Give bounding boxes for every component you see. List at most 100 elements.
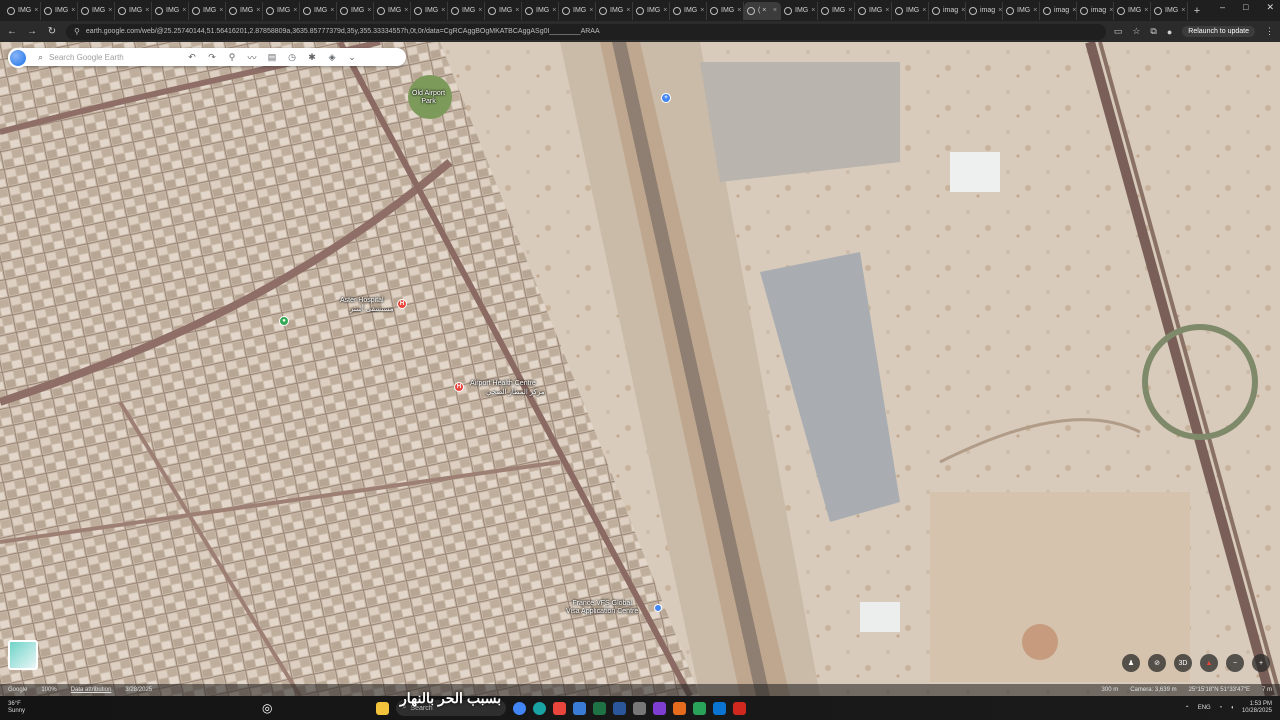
- tab-close-icon[interactable]: ×: [1181, 7, 1185, 14]
- browser-tab[interactable]: IMG ×: [707, 1, 744, 20]
- history-icon[interactable]: ◷: [285, 52, 299, 63]
- browser-tab[interactable]: IMG ×: [41, 1, 78, 20]
- browser-tab[interactable]: IMG ×: [485, 1, 522, 20]
- tab-close-icon[interactable]: ×: [700, 7, 704, 14]
- extensions-icon[interactable]: ⧉: [1150, 26, 1156, 37]
- word-icon[interactable]: [613, 701, 627, 715]
- label-aster-hospital[interactable]: Aster Hospital: [340, 297, 384, 305]
- data-attribution-link[interactable]: Data attribution: [71, 687, 112, 693]
- tab-close-icon[interactable]: ×: [998, 7, 1002, 14]
- forward-icon[interactable]: →: [26, 26, 38, 37]
- tab-close-icon[interactable]: ×: [34, 7, 38, 14]
- placemark-icon[interactable]: ⚲: [225, 52, 239, 63]
- browser-tab[interactable]: IMG ×: [300, 1, 337, 20]
- browser-tab[interactable]: IMG ×: [115, 1, 152, 20]
- browser-tab[interactable]: ( × ×: [744, 1, 781, 20]
- profile-avatar[interactable]: ●: [1167, 27, 1172, 37]
- zoom-out-icon[interactable]: −: [1226, 654, 1244, 672]
- site-info-icon[interactable]: ⚲: [74, 27, 80, 36]
- excel-icon[interactable]: [593, 701, 607, 715]
- tab-close-icon[interactable]: ×: [515, 7, 519, 14]
- reload-icon[interactable]: ↻: [46, 26, 58, 37]
- new-tab-button[interactable]: +: [1188, 5, 1206, 17]
- hide-icon[interactable]: ⊘: [1148, 654, 1166, 672]
- layer-thumbnail[interactable]: [8, 640, 38, 670]
- layers-icon[interactable]: ◈: [325, 52, 339, 63]
- tab-close-icon[interactable]: ×: [1072, 7, 1076, 14]
- tab-close-icon[interactable]: ×: [922, 7, 926, 14]
- browser-tab[interactable]: IMG ×: [4, 1, 41, 20]
- back-icon[interactable]: ←: [6, 26, 18, 37]
- browser-tab[interactable]: IMG ×: [596, 1, 633, 20]
- menu-icon[interactable]: ⋮: [1265, 26, 1274, 37]
- app-icon-red[interactable]: [733, 701, 747, 715]
- undo-icon[interactable]: ↶: [185, 52, 199, 63]
- tab-close-icon[interactable]: ×: [811, 7, 815, 14]
- tab-close-icon[interactable]: ×: [773, 7, 777, 14]
- tab-close-icon[interactable]: ×: [330, 7, 334, 14]
- app-icon-green[interactable]: [693, 701, 707, 715]
- browser-tab[interactable]: IMG ×: [374, 1, 411, 20]
- app-icon-blue[interactable]: [713, 701, 727, 715]
- chevron-down-icon[interactable]: ⌄: [345, 52, 359, 63]
- path-icon[interactable]: 〰: [245, 51, 259, 64]
- pegman-icon[interactable]: ♟: [1122, 654, 1140, 672]
- browser-tab[interactable]: IMG ×: [855, 1, 892, 20]
- volume-icon[interactable]: ◖: [1230, 705, 1234, 711]
- wifi-icon[interactable]: ◔: [1219, 705, 1223, 711]
- 3d-button[interactable]: 3D: [1174, 654, 1192, 672]
- tab-close-icon[interactable]: ×: [441, 7, 445, 14]
- tab-close-icon[interactable]: ×: [367, 7, 371, 14]
- relaunch-button[interactable]: Relaunch to update: [1182, 26, 1255, 37]
- office-icon[interactable]: [553, 701, 567, 715]
- start-icon[interactable]: ◎: [262, 701, 272, 715]
- tab-close-icon[interactable]: ×: [589, 7, 593, 14]
- app-icon-purple[interactable]: [653, 701, 667, 715]
- browser-tab[interactable]: IMG ×: [263, 1, 300, 20]
- earth-globe-button[interactable]: [8, 48, 28, 68]
- tab-close-icon[interactable]: ×: [1033, 7, 1037, 14]
- measure-icon[interactable]: ▤: [265, 52, 279, 63]
- browser-tab[interactable]: IMG ×: [559, 1, 596, 20]
- zoom-in-icon[interactable]: +: [1252, 654, 1270, 672]
- browser-tab[interactable]: imag ×: [1077, 1, 1114, 20]
- tab-close-icon[interactable]: ×: [404, 7, 408, 14]
- browser-tab[interactable]: IMG ×: [78, 1, 115, 20]
- health-centre-icon[interactable]: H: [454, 382, 464, 392]
- bookmark-star-icon[interactable]: ☆: [1132, 26, 1140, 37]
- hospital-icon[interactable]: H: [397, 299, 407, 309]
- tab-close-icon[interactable]: ×: [478, 7, 482, 14]
- tab-close-icon[interactable]: ×: [626, 7, 630, 14]
- browser-tab[interactable]: IMG ×: [411, 1, 448, 20]
- map-pin-green[interactable]: ●: [279, 316, 289, 326]
- browser-tab[interactable]: imag ×: [1040, 1, 1077, 20]
- tab-close-icon[interactable]: ×: [71, 7, 75, 14]
- search-icon[interactable]: ⌕: [38, 52, 43, 63]
- tab-close-icon[interactable]: ×: [552, 7, 556, 14]
- tab-close-icon[interactable]: ×: [885, 7, 889, 14]
- visa-centre-pin[interactable]: [654, 604, 662, 612]
- minimize-icon[interactable]: –: [1220, 2, 1225, 13]
- tab-close-icon[interactable]: ×: [182, 7, 186, 14]
- tab-close-icon[interactable]: ×: [663, 7, 667, 14]
- search-input[interactable]: Search Google Earth: [49, 53, 179, 62]
- map-pin-blue[interactable]: +: [661, 93, 671, 103]
- browser-tab[interactable]: IMG ×: [670, 1, 707, 20]
- browser-tab[interactable]: imag ×: [966, 1, 1003, 20]
- browser-tab[interactable]: IMG ×: [337, 1, 374, 20]
- tab-close-icon[interactable]: ×: [961, 7, 965, 14]
- weather-widget[interactable]: 36°F Sunny: [8, 701, 58, 715]
- tab-close-icon[interactable]: ×: [145, 7, 149, 14]
- tab-close-icon[interactable]: ×: [848, 7, 852, 14]
- browser-tab[interactable]: IMG ×: [226, 1, 263, 20]
- chrome-icon[interactable]: [513, 701, 527, 715]
- browser-tab[interactable]: imag ×: [929, 1, 966, 20]
- compass-icon[interactable]: ▲: [1200, 654, 1218, 672]
- browser-tab[interactable]: IMG ×: [892, 1, 929, 20]
- clock[interactable]: 1:53 PM 10/28/2025: [1242, 701, 1272, 715]
- tab-close-icon[interactable]: ×: [256, 7, 260, 14]
- browser-tab[interactable]: IMG ×: [152, 1, 189, 20]
- store-icon[interactable]: [573, 701, 587, 715]
- browser-tab[interactable]: IMG ×: [1003, 1, 1040, 20]
- tab-close-icon[interactable]: ×: [219, 7, 223, 14]
